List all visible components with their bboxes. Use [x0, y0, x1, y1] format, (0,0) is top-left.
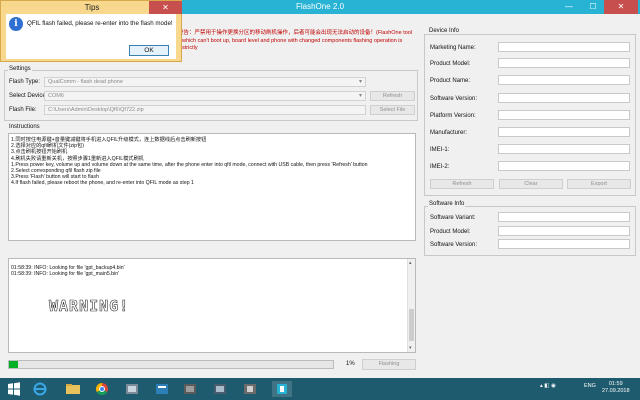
imei-2-label: IMEI-2: — [430, 164, 450, 170]
chevron-down-icon: ▾ — [358, 93, 362, 99]
software-info-title: Software Info — [428, 201, 466, 207]
info-icon: i — [9, 17, 23, 31]
log-box[interactable]: 01:58:39: INFO: Looking for file 'gpt_ba… — [8, 258, 416, 353]
device-label: Select Device: — [9, 93, 48, 99]
sw-product-model-field[interactable] — [498, 226, 630, 236]
flash-type-select[interactable]: QualComm - flash dead phone ▾ — [44, 77, 366, 87]
instruction-line: 4.If flash failed, please reboot the pho… — [11, 180, 194, 187]
device-info-title: Device Info — [428, 28, 461, 34]
dialog-close-button[interactable]: ✕ — [149, 1, 182, 14]
select-file-button[interactable]: Select File — [370, 105, 415, 115]
chrome-icon[interactable] — [92, 381, 112, 397]
product-name-label: Product Name: — [430, 78, 471, 84]
tips-dialog: Tips ✕ i QFIL flash failed, please re-en… — [0, 0, 182, 62]
sw-product-model-label: Product Model: — [430, 229, 471, 235]
platform-version-label: Platform Version: — [430, 113, 476, 119]
sw-software-version-field[interactable] — [498, 239, 630, 249]
refresh-device-button[interactable]: Refresh — [370, 91, 415, 101]
clock-time: 01:59 — [608, 381, 623, 387]
language-indicator[interactable]: ENG — [584, 383, 596, 389]
platform-version-field[interactable] — [498, 110, 630, 120]
app-icon[interactable] — [180, 381, 200, 397]
progress-percent: 1% — [346, 361, 355, 367]
software-version-label: Software Version: — [430, 96, 478, 102]
device-select[interactable]: COM6 ▾ — [44, 91, 366, 101]
flash-type-value: QualComm - flash dead phone — [48, 79, 123, 85]
scroll-thumb[interactable] — [409, 309, 414, 341]
ie-icon[interactable] — [30, 381, 50, 397]
minimize-button[interactable]: — — [558, 0, 580, 14]
product-model-label: Product Model: — [430, 61, 471, 67]
software-version-field[interactable] — [498, 93, 630, 103]
imei-2-field[interactable] — [498, 161, 630, 171]
flash-type-label: Flash Type: — [9, 79, 40, 85]
flash-file-input[interactable]: C:\Users\Admin\Desktop\Qf6\Qf722.zip — [44, 105, 366, 115]
tray-icons[interactable]: ▴ ◧ ◉ — [540, 383, 556, 389]
product-name-field[interactable] — [498, 75, 630, 85]
device-clear-button[interactable]: Clear — [499, 179, 563, 189]
dialog-message: QFIL flash failed, please re-enter into … — [27, 20, 173, 27]
log-line: 01:58:39: INFO: Looking for file 'gpt_ma… — [11, 271, 120, 278]
dialog-body: i QFIL flash failed, please re-enter int… — [6, 14, 176, 59]
warning-watermark-logo: WARNING! — [49, 297, 130, 316]
software-variant-field[interactable] — [498, 212, 630, 222]
flashing-button[interactable]: Flashing — [362, 359, 416, 370]
sw-software-version-label: Software Version: — [430, 242, 478, 248]
close-button[interactable]: ✕ — [604, 0, 638, 14]
windows-start-icon[interactable] — [4, 381, 24, 397]
taskbar: ▴ ◧ ◉ ENG 01:59 27.09.2018 — [0, 378, 640, 400]
dialog-ok-button[interactable]: OK — [129, 45, 169, 56]
manufacturer-field[interactable] — [498, 127, 630, 137]
maximize-button[interactable]: ☐ — [582, 0, 604, 14]
clock-date: 27.09.2018 — [602, 388, 630, 394]
device-value: COM6 — [48, 93, 64, 99]
product-model-field[interactable] — [498, 58, 630, 68]
flash-file-label: Flash File: — [9, 107, 37, 113]
app-icon[interactable] — [122, 381, 142, 397]
log-scrollbar[interactable]: ▴ ▾ — [407, 259, 415, 352]
software-variant-label: Software Variant: — [430, 215, 476, 221]
device-refresh-button[interactable]: Refresh — [430, 179, 494, 189]
manufacturer-label: Manufacturer: — [430, 130, 468, 136]
progress-bar — [8, 360, 334, 369]
taskbar-clock[interactable]: 01:59 27.09.2018 — [602, 381, 630, 395]
flashone-taskbar-icon[interactable] — [272, 381, 292, 397]
marketing-name-field[interactable] — [498, 42, 630, 52]
imei-1-label: IMEI-1: — [430, 147, 450, 153]
instructions-title: Instructions — [8, 124, 41, 130]
file-explorer-icon[interactable] — [63, 381, 83, 397]
chevron-down-icon: ▾ — [358, 79, 362, 85]
instructions-box: 1.同时按住电源键+音量键减键将手机进入QFIL升级模式，连上数据线后点击刷新按… — [8, 133, 416, 241]
scroll-up-icon[interactable]: ▴ — [409, 260, 412, 266]
app-icon[interactable] — [152, 381, 172, 397]
app-icon[interactable] — [240, 381, 260, 397]
imei-1-field[interactable] — [498, 144, 630, 154]
app-icon[interactable] — [210, 381, 230, 397]
marketing-name-label: Marketing Name: — [430, 45, 476, 51]
settings-title: Settings — [8, 66, 32, 72]
device-export-button[interactable]: Export — [567, 179, 631, 189]
progress-fill — [9, 361, 19, 368]
scroll-down-icon[interactable]: ▾ — [409, 345, 412, 351]
